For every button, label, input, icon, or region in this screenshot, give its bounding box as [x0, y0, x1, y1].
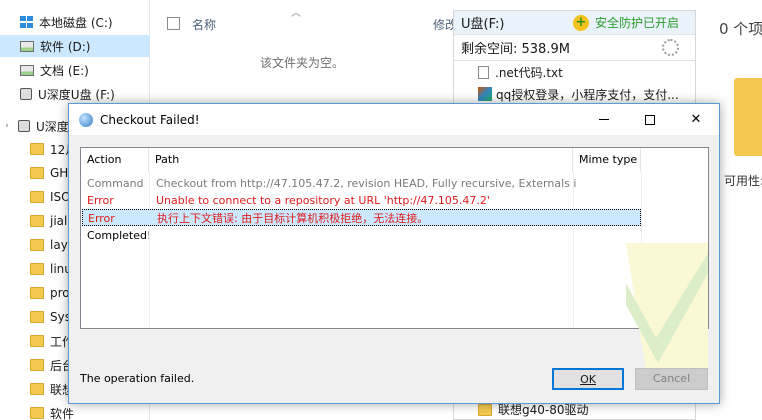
row-action: Completed! [87, 229, 149, 242]
nav-item-label: 本地磁盘 (C:) [39, 15, 113, 30]
free-space-label: 剩余空间: 538.9M [461, 42, 570, 57]
folder-icon [30, 167, 44, 179]
text-file-icon [478, 65, 489, 79]
protection-label: 安全防护已开启 [594, 16, 679, 30]
nav-item-label: 文档 (E:) [40, 63, 89, 78]
close-icon: ✕ [690, 112, 702, 127]
usb-drive-icon [20, 88, 32, 100]
checkmark-watermark-icon [626, 243, 708, 371]
nav-item-drive-e[interactable]: 文档 (E:) [0, 59, 150, 81]
nav-item-label: 软件 [50, 406, 75, 420]
windows-drive-icon [20, 16, 33, 28]
archive-icon [478, 87, 492, 101]
status-message: The operation failed. [80, 372, 195, 385]
nav-item-drive-d[interactable]: 软件 (D:) [0, 35, 150, 57]
folder-icon [30, 407, 44, 419]
tortoise-app-icon [79, 112, 93, 127]
folder-icon [30, 215, 44, 227]
ok-button-label: OK [580, 373, 596, 386]
file-name: qq授权登录，小程序支付，支付... [496, 87, 679, 102]
row-path: 执行上下文错误: 由于目标计算机积极拒绝，无法连接。 [157, 212, 429, 225]
column-header-action[interactable]: Action [81, 148, 149, 172]
nav-item-drive-c[interactable]: 本地磁盘 (C:) [0, 11, 150, 33]
row-action: Error [87, 194, 114, 207]
drive-icon [20, 40, 34, 52]
folder-icon [30, 191, 44, 203]
folder-icon [30, 143, 44, 155]
udisk-title: U盘(F:) [461, 17, 505, 32]
item-count: 0 个项 [719, 20, 762, 38]
folder-icon [478, 403, 492, 416]
listview-header: Action Path Mime type [81, 148, 708, 172]
table-row[interactable]: Command Checkout from http://47.105.47.2… [81, 175, 708, 192]
column-header-path[interactable]: Path [149, 148, 573, 172]
table-row[interactable]: Error Unable to connect to a repository … [81, 192, 708, 209]
chevron-right-icon[interactable]: › [0, 121, 14, 131]
dialog-title: Checkout Failed! [100, 112, 200, 127]
gear-icon[interactable] [662, 39, 679, 56]
shield-icon: + [572, 14, 589, 31]
sort-caret-icon: ︿ [291, 8, 301, 19]
cancel-button[interactable]: Cancel [635, 368, 708, 390]
table-row-selected[interactable]: Error 执行上下文错误: 由于目标计算机积极拒绝，无法连接。 [82, 209, 641, 226]
row-action: Command [87, 177, 144, 190]
drive-icon [20, 64, 34, 76]
empty-folder-message: 该文件夹为空。 [259, 56, 344, 70]
nav-item-label: GH [50, 166, 69, 180]
dialog-titlebar[interactable]: Checkout Failed! ✕ [69, 104, 719, 135]
select-all-checkbox[interactable] [167, 17, 180, 30]
nav-item-label: 软件 (D:) [40, 39, 91, 54]
udisk-panel-header: U盘(F:) + 安全防护已开启 [454, 11, 695, 35]
nav-item-drive-f[interactable]: U深度U盘 (F:) [0, 83, 150, 105]
results-listview[interactable]: Action Path Mime type Command Checkout f… [80, 147, 709, 371]
folder-icon [30, 239, 44, 251]
cancel-button-label: Cancel [652, 372, 691, 385]
folder-icon [30, 335, 44, 347]
free-space-row: 剩余空间: 538.9M [454, 35, 695, 61]
nav-folder-item[interactable]: 软件 [0, 402, 150, 420]
folder-icon [30, 311, 44, 323]
table-row[interactable]: Completed! [81, 227, 708, 244]
folder-icon [734, 78, 762, 156]
udisk-file-item[interactable]: qq授权登录，小程序支付，支付... [454, 83, 695, 105]
column-header-name[interactable]: 名称 [192, 16, 216, 33]
nav-item-label: U深度U盘 (F:) [38, 87, 115, 102]
ok-button[interactable]: OK [552, 368, 624, 390]
file-name: .net代码.txt [495, 65, 563, 80]
row-path: Checkout from http://47.105.47.2, revisi… [156, 177, 576, 190]
folder-icon [30, 359, 44, 371]
minimize-button[interactable] [581, 104, 627, 135]
row-action: Error [88, 212, 115, 225]
nav-item-label: pro [50, 286, 70, 300]
nav-item-label: U深度 [36, 119, 69, 134]
usb-drive-icon [18, 120, 30, 132]
folder-icon [30, 287, 44, 299]
udisk-file-item[interactable]: .net代码.txt [454, 61, 695, 83]
folder-icon [30, 383, 44, 395]
column-header-mime[interactable]: Mime type [573, 148, 641, 172]
protection-status[interactable]: + 安全防护已开启 [572, 14, 695, 31]
folder-icon [30, 263, 44, 275]
minimize-icon [599, 119, 609, 120]
row-path: Unable to connect to a repository at URL… [156, 194, 490, 207]
maximize-button[interactable] [627, 104, 673, 135]
checkout-failed-dialog: Checkout Failed! ✕ Action Path Mime type… [68, 103, 720, 404]
maximize-icon [645, 114, 655, 125]
close-button[interactable]: ✕ [673, 104, 719, 135]
availability-label: 可用性: [724, 174, 762, 188]
